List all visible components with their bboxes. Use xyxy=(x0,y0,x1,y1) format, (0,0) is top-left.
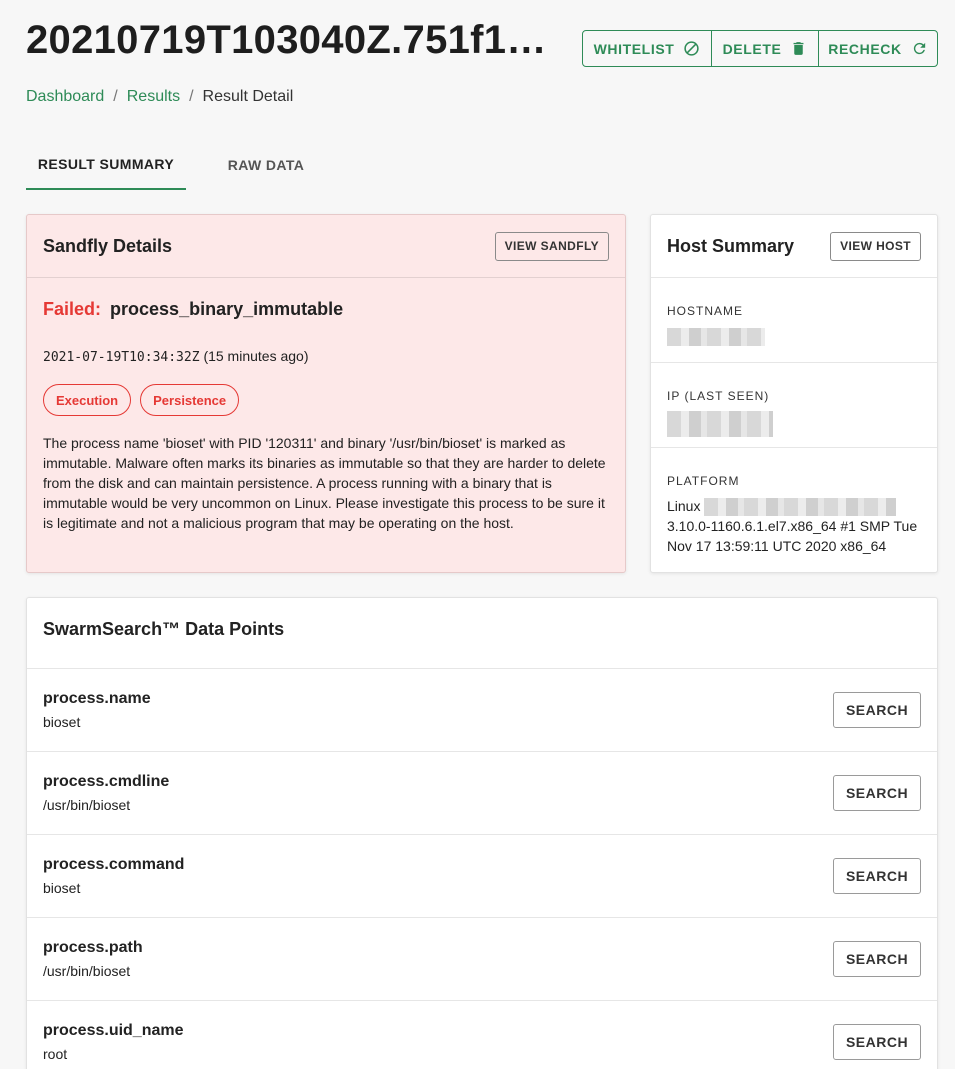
breadcrumb-separator: / xyxy=(113,88,118,105)
search-button[interactable]: SEARCH xyxy=(833,692,921,728)
breadcrumb: Dashboard / Results / Result Detail xyxy=(26,88,293,106)
failed-label: Failed: xyxy=(43,299,102,319)
page-title: 20210719T103040Z.751f12… xyxy=(26,18,556,62)
platform-rest: 3.10.0-1160.6.1.el7.x86_64 #1 SMP Tue No… xyxy=(667,518,918,555)
breadcrumb-dashboard[interactable]: Dashboard xyxy=(26,88,104,106)
data-point-row: process.path /usr/bin/bioset SEARCH xyxy=(27,918,937,1001)
platform-section: PLATFORM Linux 3.10.0-1160.6.1.el7.x86_6… xyxy=(651,448,937,572)
tag-chip-execution[interactable]: Execution xyxy=(43,384,132,416)
tab-raw-data[interactable]: RAW DATA xyxy=(186,140,346,190)
platform-value: Linux 3.10.0-1160.6.1.el7.x86_64 #1 SMP … xyxy=(667,496,921,556)
ip-section: IP (LAST SEEN) xyxy=(651,363,937,448)
hostname-section: HOSTNAME xyxy=(651,278,937,363)
host-summary-card: Host Summary VIEW HOST HOSTNAME IP (LAST… xyxy=(650,214,938,573)
data-point-key: process.uid_name xyxy=(43,1022,184,1039)
breadcrumb-separator: / xyxy=(189,88,194,105)
swarmsearch-header: SwarmSearch™ Data Points xyxy=(27,598,937,669)
block-icon xyxy=(684,41,700,56)
recheck-label: RECHECK xyxy=(828,40,902,57)
hostname-value xyxy=(667,326,921,347)
sandfly-description: The process name 'bioset' with PID '1203… xyxy=(43,435,606,531)
recheck-button[interactable]: RECHECK xyxy=(819,31,937,66)
whitelist-button[interactable]: WHITELIST xyxy=(583,31,712,66)
ip-value xyxy=(667,411,921,437)
delete-button[interactable]: DELETE xyxy=(712,31,819,66)
data-point-row: process.cmdline /usr/bin/bioset SEARCH xyxy=(27,752,937,835)
tab-bar: RESULT SUMMARY RAW DATA xyxy=(26,140,346,190)
whitelist-label: WHITELIST xyxy=(593,40,675,57)
breadcrumb-current: Result Detail xyxy=(202,88,294,105)
data-point-key: process.cmdline xyxy=(43,773,170,790)
search-button[interactable]: SEARCH xyxy=(833,1024,921,1060)
result-actions: WHITELIST DELETE RECHECK xyxy=(582,30,938,67)
data-point-row: process.name bioset SEARCH xyxy=(27,669,937,752)
search-button[interactable]: SEARCH xyxy=(833,775,921,811)
ip-label: IP (LAST SEEN) xyxy=(667,389,770,403)
sandfly-name: process_binary_immutable xyxy=(110,299,344,319)
search-button[interactable]: SEARCH xyxy=(833,941,921,977)
delete-label: DELETE xyxy=(722,40,782,57)
data-point-value: bioset xyxy=(43,714,81,730)
trash-icon xyxy=(793,42,804,55)
data-point-row: process.command bioset SEARCH xyxy=(27,835,937,918)
redacted-block xyxy=(667,328,765,347)
data-point-row: process.uid_name root SEARCH xyxy=(27,1001,937,1069)
host-card-header: Host Summary VIEW HOST xyxy=(651,215,937,278)
host-card-title: Host Summary xyxy=(667,235,795,256)
data-point-value: root xyxy=(43,1046,68,1062)
timestamp-relative: (15 minutes ago) xyxy=(203,348,309,364)
data-point-key: process.name xyxy=(43,690,151,707)
breadcrumb-results[interactable]: Results xyxy=(127,88,180,106)
result-timestamp: 2021-07-19T10:34:32Z (15 minutes ago) xyxy=(43,348,309,365)
hostname-label: HOSTNAME xyxy=(667,304,744,318)
tab-result-summary[interactable]: RESULT SUMMARY xyxy=(26,140,186,190)
sandfly-card-header: Sandfly Details VIEW SANDFLY xyxy=(27,215,625,278)
failed-heading: Failed: process_binary_immutable xyxy=(43,299,343,320)
data-point-value: /usr/bin/bioset xyxy=(43,797,131,813)
redacted-block xyxy=(704,498,897,517)
sandfly-details-card: Sandfly Details VIEW SANDFLY Failed: pro… xyxy=(26,214,626,573)
tag-chip-persistence[interactable]: Persistence xyxy=(140,384,240,416)
timestamp-value: 2021-07-19T10:34:32Z xyxy=(43,350,200,365)
swarmsearch-title: SwarmSearch™ Data Points xyxy=(43,618,285,639)
platform-label: PLATFORM xyxy=(667,474,740,488)
swarmsearch-card: SwarmSearch™ Data Points process.name bi… xyxy=(26,597,938,1069)
view-sandfly-button[interactable]: VIEW SANDFLY xyxy=(494,231,609,261)
data-point-key: process.command xyxy=(43,856,185,873)
tag-chips: Execution Persistence xyxy=(43,384,240,416)
data-point-value: /usr/bin/bioset xyxy=(43,963,131,979)
view-host-button[interactable]: VIEW HOST xyxy=(830,231,921,261)
data-point-value: bioset xyxy=(43,880,81,896)
platform-prefix: Linux xyxy=(667,498,701,514)
redacted-block xyxy=(667,411,773,437)
search-button[interactable]: SEARCH xyxy=(833,858,921,894)
data-point-key: process.path xyxy=(43,939,143,956)
refresh-icon xyxy=(913,42,925,55)
sandfly-card-title: Sandfly Details xyxy=(43,235,173,256)
